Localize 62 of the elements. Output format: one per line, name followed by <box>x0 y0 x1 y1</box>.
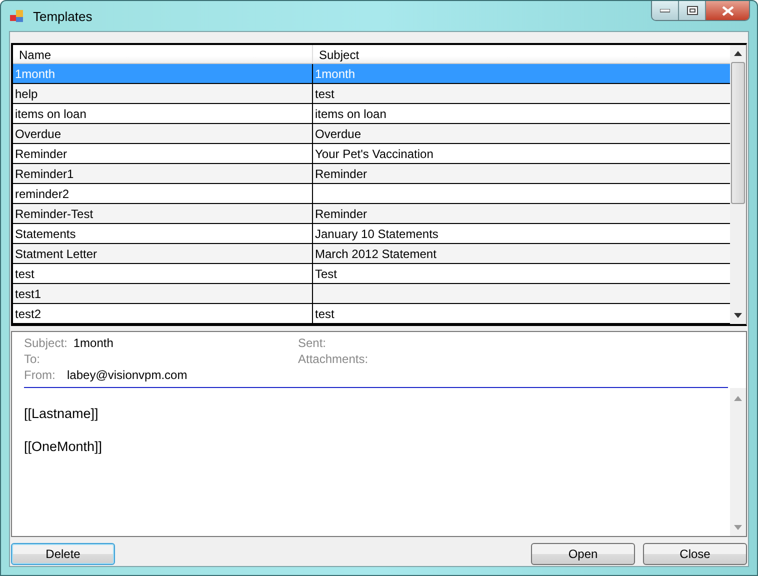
table-cell: test1 <box>13 284 313 303</box>
table-row[interactable]: help test <box>13 84 730 104</box>
table-row[interactable]: Overdue Overdue <box>13 124 730 144</box>
from-value: labey@visionvpm.com <box>67 368 188 384</box>
table-cell-text: Reminder <box>314 206 368 223</box>
table-cell: help <box>13 84 313 103</box>
field-label: Attachments: <box>298 352 368 368</box>
action-button[interactable]: Delete <box>11 543 115 565</box>
table-row[interactable]: test Test <box>13 264 730 284</box>
field-label: To: <box>24 352 40 368</box>
body-line: [[OneMonth]] <box>24 439 104 454</box>
table-row[interactable]: Reminder-Test Reminder <box>13 204 730 224</box>
table-cell: Statements <box>13 224 313 243</box>
maximize-icon <box>686 6 698 15</box>
field-label: From: <box>24 368 56 384</box>
table-cell-text: January 10 Statements <box>314 226 440 243</box>
app-icon <box>9 8 25 24</box>
table-row[interactable]: Statements January 10 Statements <box>13 224 730 244</box>
table-cell-text: test <box>314 86 336 103</box>
scrollbar[interactable] <box>730 45 746 324</box>
table-row[interactable]: Reminder Your Pet's Vaccination <box>13 144 730 164</box>
table-row[interactable]: test2 test <box>13 304 730 324</box>
table-cell-text: Reminder <box>314 166 368 183</box>
table-cell-text: March 2012 Statement <box>314 246 438 263</box>
scroll-up-icon[interactable] <box>734 51 742 56</box>
body-line: [[Lastname]] <box>24 406 100 421</box>
maximize-button[interactable] <box>679 1 706 20</box>
table-cell: 1month <box>13 64 313 83</box>
table-cell-text: Overdue <box>314 126 362 143</box>
table-row[interactable]: Reminder1 Reminder <box>13 164 730 184</box>
window-title: Templates <box>33 8 94 24</box>
field-label: Sent: <box>298 336 326 352</box>
table-cell: Overdue <box>13 124 313 143</box>
table-cell-text: test <box>314 306 336 323</box>
action-button[interactable]: Open <box>531 543 635 565</box>
action-button[interactable]: Close <box>643 543 747 565</box>
table-cell: Statment Letter <box>13 244 313 263</box>
table-row[interactable]: items on loan items on loan <box>13 104 730 124</box>
table-cell-text: items on loan <box>314 106 388 123</box>
subject-value: 1month <box>73 336 114 352</box>
minimize-button[interactable] <box>652 1 679 20</box>
table-row[interactable]: test1 <box>13 284 730 304</box>
table-cell: Reminder-Test <box>13 204 313 223</box>
field-label: Subject: <box>24 336 68 352</box>
column-header[interactable]: Name <box>13 45 313 63</box>
close-icon <box>722 6 734 16</box>
table-cell-text: Test <box>314 266 338 283</box>
table-cell: test <box>13 264 313 283</box>
scroll-down-icon[interactable] <box>734 313 742 318</box>
column-header[interactable]: Subject <box>313 45 730 63</box>
table-cell-text: 1month <box>314 66 356 83</box>
table-cell-text: Your Pet's Vaccination <box>314 146 434 163</box>
minimize-icon <box>660 8 670 12</box>
table-cell: items on loan <box>13 104 313 123</box>
table-cell: Reminder1 <box>13 164 313 183</box>
table-row[interactable]: reminder2 <box>13 184 730 204</box>
table-row[interactable]: Statment Letter March 2012 Statement <box>13 244 730 264</box>
close-button[interactable] <box>706 1 749 20</box>
table-cell: Reminder <box>13 144 313 163</box>
table-cell: test2 <box>13 304 313 323</box>
table-cell: reminder2 <box>13 184 313 203</box>
scroll-thumb[interactable] <box>731 62 745 204</box>
